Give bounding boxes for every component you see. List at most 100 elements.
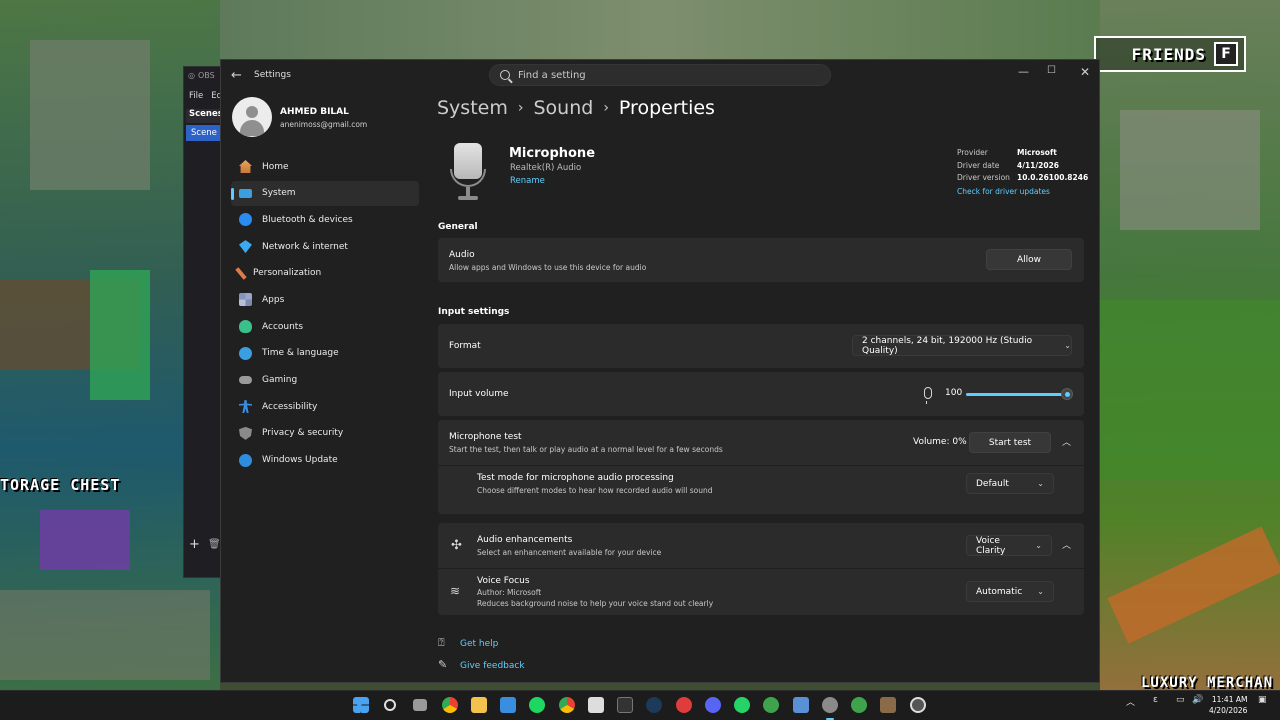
chevron-right-icon: › bbox=[517, 100, 524, 116]
sidebar-item-label: Time & language bbox=[262, 348, 339, 359]
audio-subtitle: Allow apps and Windows to use this devic… bbox=[449, 263, 647, 272]
input-volume-slider-track[interactable] bbox=[966, 393, 1066, 396]
sidebar-item-label: Personalization bbox=[253, 268, 322, 279]
test-mode-dropdown[interactable]: Default ⌄ bbox=[966, 473, 1054, 494]
sidebar-item-privacy-security[interactable]: Privacy & security bbox=[231, 421, 419, 446]
sidebar-item-label: System bbox=[262, 188, 296, 199]
mic-test-volume: Volume: 0% bbox=[913, 437, 967, 447]
input-settings-header: Input settings bbox=[438, 307, 510, 317]
start-icon[interactable] bbox=[353, 697, 369, 713]
close-button[interactable]: ✕ bbox=[1080, 65, 1090, 79]
sidebar-item-system[interactable]: System bbox=[231, 180, 419, 206]
xbox-app-icon[interactable] bbox=[851, 697, 867, 713]
driver-properties: Provider Microsoft Driver date 4/11/2026… bbox=[957, 148, 1088, 196]
whatsapp-icon[interactable] bbox=[734, 697, 750, 713]
sidebar-item-gaming[interactable]: Gaming bbox=[231, 368, 419, 393]
capcut-icon[interactable] bbox=[588, 697, 604, 713]
sidebar-item-time-language[interactable]: Time & language bbox=[231, 341, 419, 366]
spotify-icon[interactable] bbox=[529, 697, 545, 713]
friends-key-icon: F bbox=[1214, 42, 1238, 66]
sidebar-item-windows-update[interactable]: Windows Update bbox=[231, 448, 419, 473]
test-mode-value: Default bbox=[976, 478, 1009, 489]
enhancements-dropdown[interactable]: Voice Clarity ⌄ bbox=[966, 535, 1052, 556]
app-title: Settings bbox=[254, 70, 291, 80]
sidebar-item-apps[interactable]: Apps bbox=[231, 287, 419, 312]
sidebar-item-bluetooth[interactable]: Bluetooth & devices bbox=[231, 207, 419, 232]
chrome-profile-icon[interactable] bbox=[559, 697, 575, 713]
obs-window[interactable]: ◎ OBS File Ed Scenes Scene + 🗑 bbox=[183, 66, 226, 578]
voice-focus-dropdown[interactable]: Automatic ⌄ bbox=[966, 581, 1054, 602]
store-icon[interactable] bbox=[500, 697, 516, 713]
clock[interactable]: 11:41 AM 4/20/2026 bbox=[1209, 694, 1247, 716]
network-tray-icon[interactable]: ▭ bbox=[1176, 695, 1185, 705]
language-indicator[interactable]: ε bbox=[1153, 695, 1158, 705]
notification-icon[interactable]: ▣ bbox=[1258, 695, 1267, 705]
search-icon[interactable] bbox=[384, 699, 396, 711]
title-bar: ← Settings Find a setting — ☐ ✕ bbox=[221, 60, 1099, 90]
minimize-button[interactable]: — bbox=[1018, 65, 1029, 78]
driver-version-label: Driver version bbox=[957, 173, 1010, 182]
chrome-icon[interactable] bbox=[442, 697, 458, 713]
discord-icon[interactable] bbox=[705, 697, 721, 713]
mic-test-subtitle: Start the test, then talk or play audio … bbox=[449, 445, 723, 454]
give-feedback-link[interactable]: Give feedback bbox=[460, 661, 525, 671]
tray-overflow-icon[interactable]: ︿ bbox=[1126, 695, 1135, 708]
chevron-up-icon[interactable]: ︿ bbox=[1062, 435, 1071, 448]
breadcrumb-sound[interactable]: Sound bbox=[533, 97, 593, 119]
breadcrumb-system[interactable]: System bbox=[437, 97, 508, 119]
epic-games-icon[interactable] bbox=[617, 697, 633, 713]
driver-version-value: 10.0.26100.8246 bbox=[1017, 173, 1089, 182]
windows-update-icon bbox=[239, 453, 252, 467]
driver-date-value: 4/11/2026 bbox=[1017, 160, 1060, 170]
file-explorer-icon[interactable] bbox=[471, 697, 487, 713]
sidebar-item-home[interactable]: Home bbox=[231, 154, 419, 179]
back-arrow-icon[interactable]: ← bbox=[231, 68, 242, 83]
sidebar-item-network[interactable]: Network & internet bbox=[231, 234, 419, 259]
clock-time: 11:41 AM bbox=[1211, 695, 1248, 704]
sidebar-item-personalization[interactable]: Personalization bbox=[231, 261, 419, 286]
allow-button[interactable]: Allow bbox=[986, 249, 1072, 270]
apps-icon bbox=[239, 293, 252, 307]
obs-menu-file[interactable]: File bbox=[189, 91, 203, 101]
network-icon bbox=[239, 240, 252, 254]
format-dropdown[interactable]: 2 channels, 24 bit, 192000 Hz (Studio Qu… bbox=[852, 335, 1072, 356]
time-language-icon bbox=[239, 346, 252, 360]
voice-focus-author: Author: Microsoft bbox=[477, 588, 542, 597]
format-label: Format bbox=[449, 341, 481, 351]
background-top bbox=[220, 0, 1100, 60]
obs-logo-icon: ◎ bbox=[188, 71, 195, 80]
obs-add-icon[interactable]: + bbox=[189, 537, 200, 552]
app-red-icon[interactable] bbox=[676, 697, 692, 713]
sidebar-item-accounts[interactable]: Accounts bbox=[231, 314, 419, 339]
sidebar-item-label: Network & internet bbox=[262, 241, 348, 252]
chevron-up-icon[interactable]: ︿ bbox=[1062, 538, 1071, 551]
steam-icon[interactable] bbox=[646, 697, 662, 713]
input-volume-slider-thumb[interactable] bbox=[1061, 388, 1073, 400]
chevron-down-icon: ⌄ bbox=[1037, 587, 1044, 596]
sidebar-item-label: Gaming bbox=[262, 375, 298, 385]
minecraft-icon[interactable] bbox=[880, 697, 896, 713]
get-help-link[interactable]: Get help bbox=[460, 639, 498, 649]
obs-icon[interactable] bbox=[910, 697, 926, 713]
xbox-icon[interactable] bbox=[763, 697, 779, 713]
input-volume-label: Input volume bbox=[449, 389, 509, 399]
obs-menu: File Ed bbox=[189, 91, 222, 101]
clock-date: 4/20/2026 bbox=[1209, 706, 1248, 715]
sidebar-item-label: Bluetooth & devices bbox=[262, 214, 353, 225]
settings-app-icon[interactable] bbox=[822, 697, 838, 713]
microphone-test-card: Microphone test Start the test, then tal… bbox=[438, 420, 1084, 514]
obs-delete-icon[interactable]: 🗑 bbox=[208, 539, 221, 550]
search-input[interactable]: Find a setting bbox=[489, 64, 831, 86]
maximize-button[interactable]: ☐ bbox=[1047, 65, 1056, 76]
start-test-button[interactable]: Start test bbox=[969, 432, 1051, 453]
sidebar-item-accessibility[interactable]: Accessibility bbox=[231, 394, 419, 419]
storage-chest-label: TORAGE CHEST bbox=[0, 476, 121, 494]
device-name: Microphone bbox=[509, 146, 596, 161]
avatar[interactable] bbox=[232, 97, 272, 137]
obs-title: ◎ OBS bbox=[188, 71, 215, 80]
task-view-icon[interactable] bbox=[413, 699, 427, 711]
snipping-tool-icon[interactable] bbox=[793, 697, 809, 713]
check-driver-updates-link[interactable]: Check for driver updates bbox=[957, 187, 1088, 196]
volume-tray-icon[interactable]: 🔊 bbox=[1192, 695, 1203, 705]
rename-link[interactable]: Rename bbox=[510, 176, 545, 186]
